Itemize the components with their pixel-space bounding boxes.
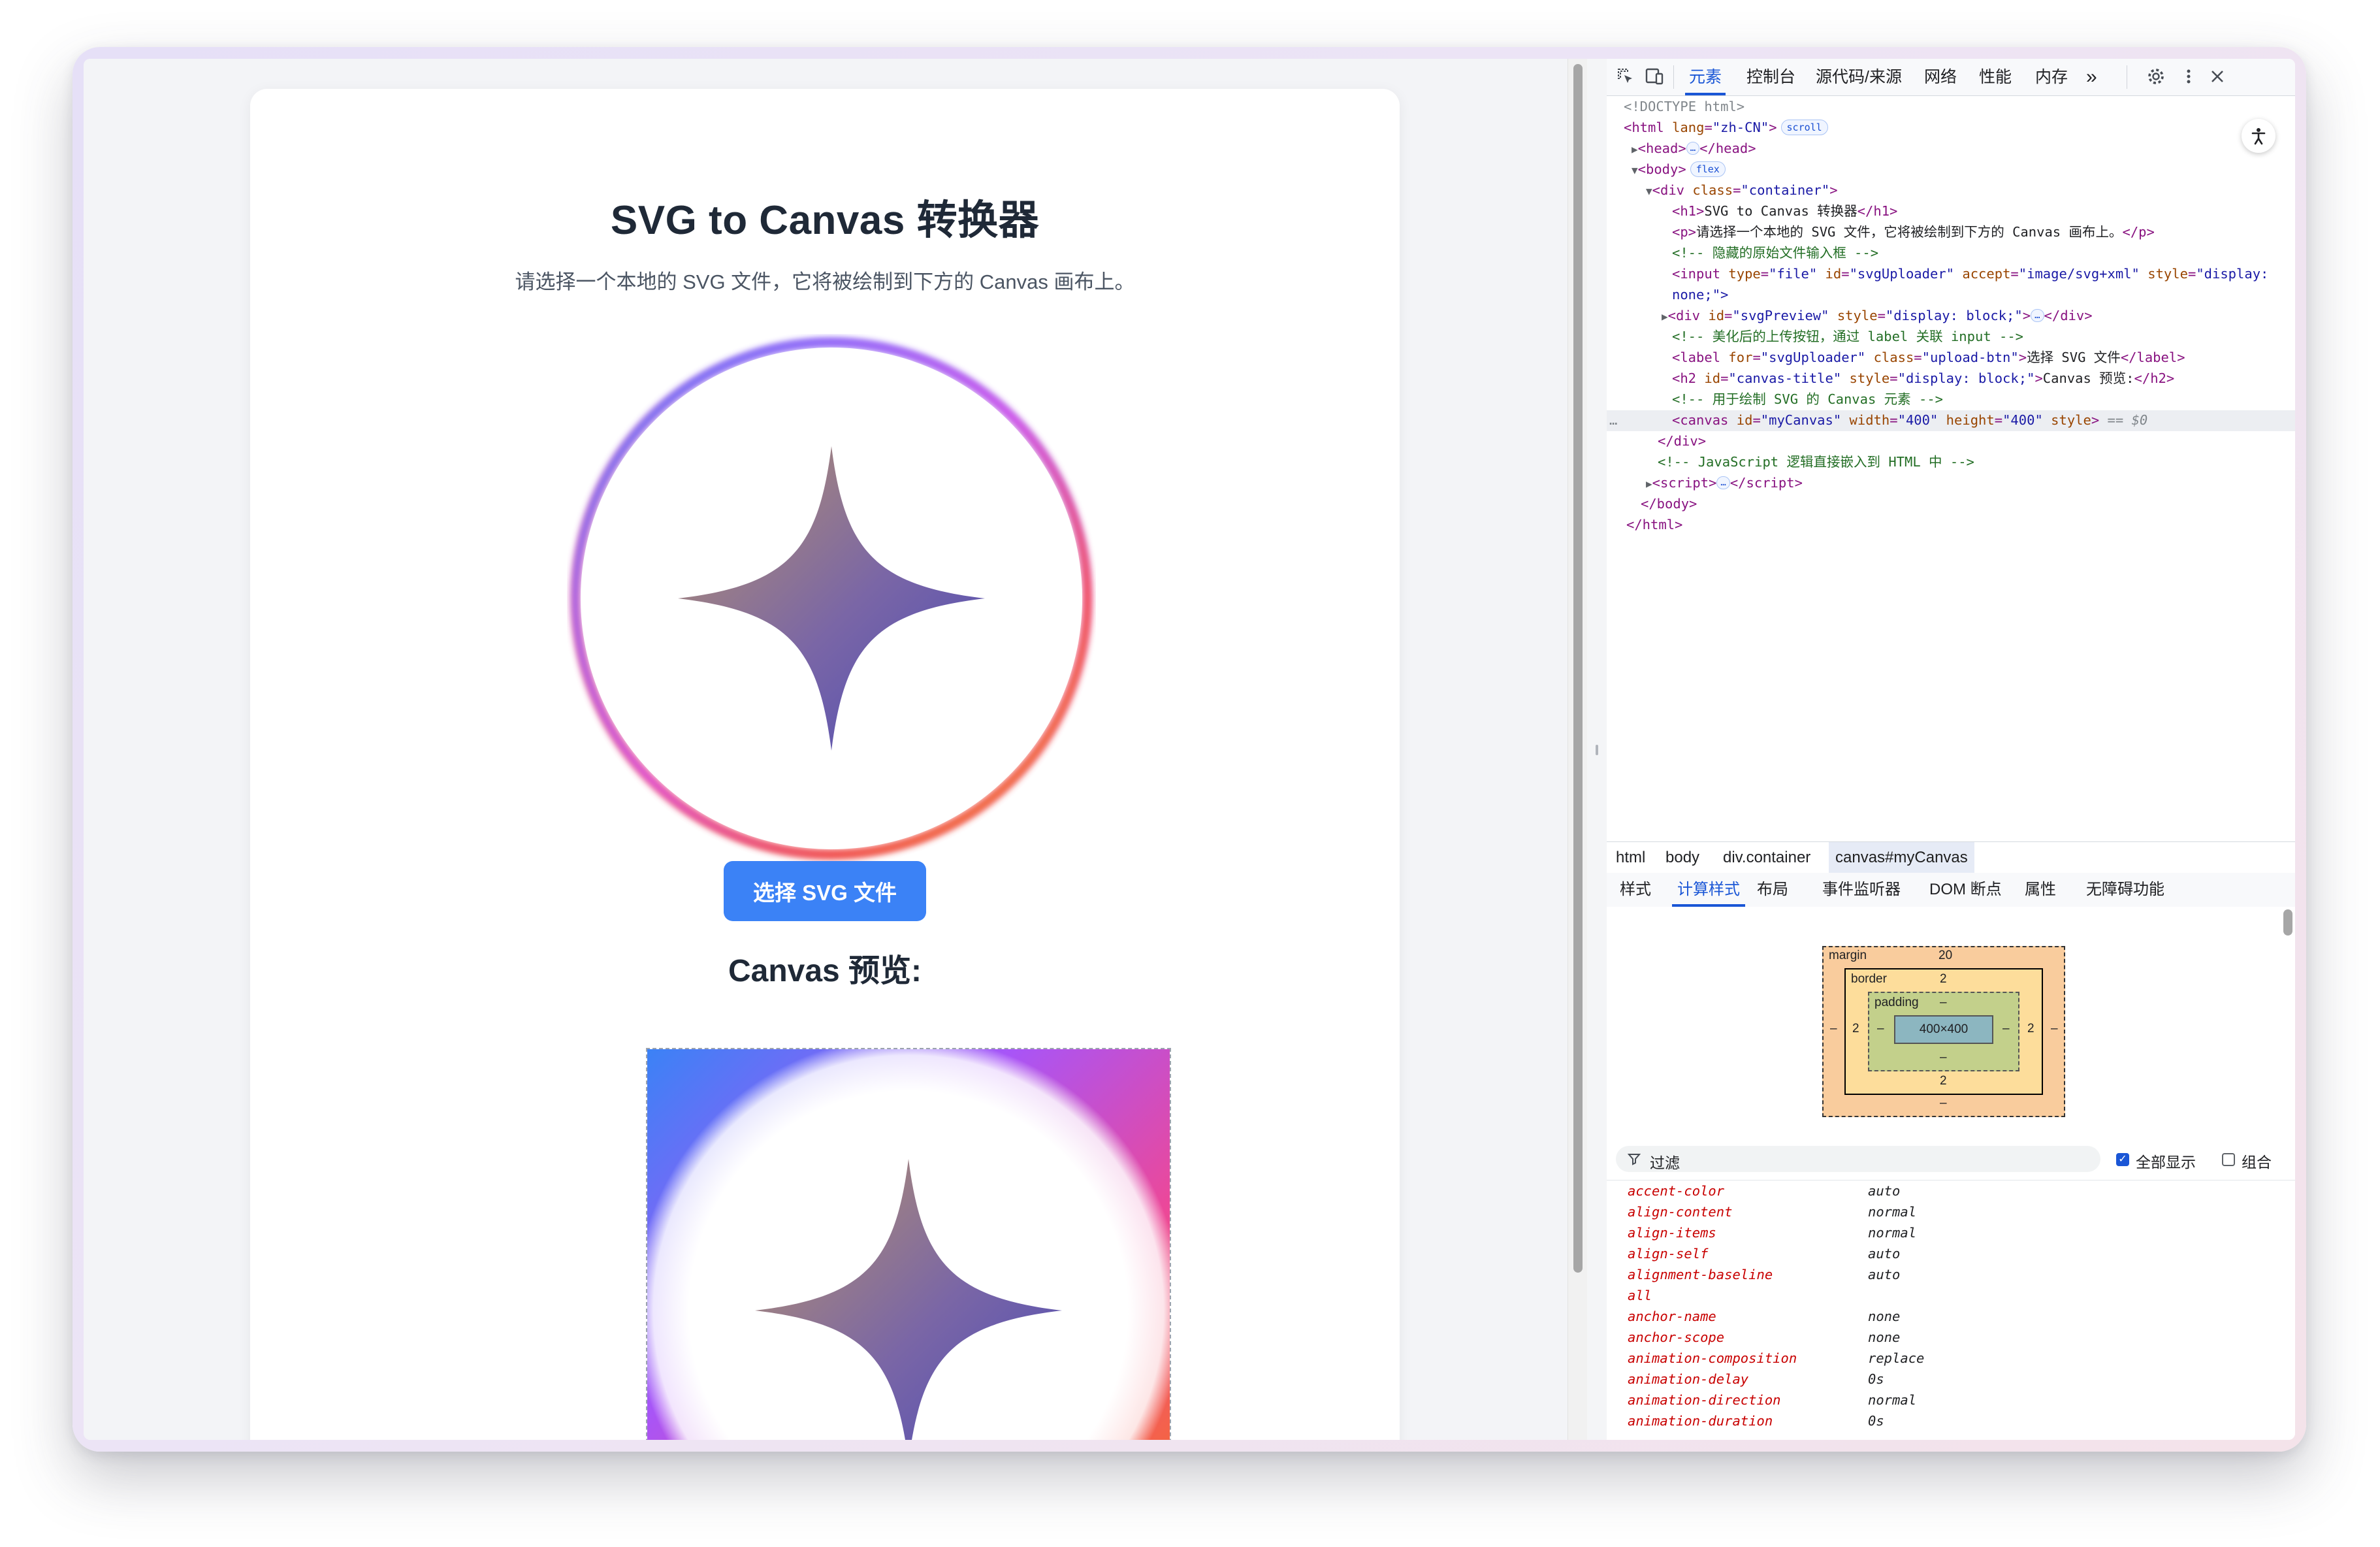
group-label[interactable]: 组合 xyxy=(2242,1150,2272,1172)
inspect-icon[interactable] xyxy=(1615,65,1637,88)
devtools-resizer[interactable] xyxy=(1587,59,1607,1440)
tab-memory[interactable]: 内存 xyxy=(2035,59,2068,95)
sidebar-tabs: 样式 计算样式 布局 事件监听器 DOM 断点 属性 无障碍功能 xyxy=(1607,873,2295,907)
group-checkbox[interactable] xyxy=(2222,1153,2235,1166)
kebab-menu-icon[interactable] xyxy=(2178,65,2200,88)
row-menu-icon[interactable]: … xyxy=(1609,410,1617,431)
more-tabs-icon[interactable]: » xyxy=(2086,59,2097,95)
margin-top-value[interactable]: 20 xyxy=(1938,949,1952,963)
page-description: 请选择一个本地的 SVG 文件，它将被绘制到下方的 Canvas 画布上。 xyxy=(515,270,1135,293)
border-right-value[interactable]: 2 xyxy=(2027,1022,2034,1036)
padding-label: padding xyxy=(1874,996,1919,1009)
dom-head[interactable]: ▶<head>… </head> xyxy=(1632,138,1756,159)
dom-p[interactable]: <p>请选择一个本地的 SVG 文件，它将被绘制到下方的 Canvas 画布上。… xyxy=(1672,222,2155,243)
breadcrumb: html body div.container canvas#myCanvas xyxy=(1607,841,2295,874)
dom-label[interactable]: <label for="svgUploader" class="upload-b… xyxy=(1672,348,2185,368)
dom-html[interactable]: <html lang="zh-CN"> scroll xyxy=(1624,118,1828,138)
svg-preview xyxy=(571,338,1092,859)
crumb-html[interactable]: html xyxy=(1616,842,1645,873)
upload-svg-button[interactable]: 选择 SVG 文件 xyxy=(724,861,926,921)
dom-div-container[interactable]: ▼<div class="container"> xyxy=(1646,180,1838,201)
dom-h1[interactable]: <h1>SVG to Canvas 转换器</h1> xyxy=(1672,201,1897,222)
padding-bottom-value[interactable]: – xyxy=(1940,1050,1947,1065)
collapse-arrow-icon: ▼ xyxy=(1632,164,1638,176)
tab-console[interactable]: 控制台 xyxy=(1746,59,1795,95)
tab-dom-breakpoints[interactable]: DOM 断点 xyxy=(1929,873,2002,907)
flex-badge[interactable]: flex xyxy=(1690,161,1726,177)
show-all-label[interactable]: 全部显示 xyxy=(2136,1150,2196,1172)
filter-input[interactable]: 过滤 xyxy=(1616,1146,2100,1172)
expand-arrow-icon: ▶ xyxy=(1662,310,1668,323)
dom-body-close[interactable]: </body> xyxy=(1641,494,1697,515)
margin-right-value[interactable]: – xyxy=(2051,1022,2058,1036)
dom-tree: <!DOCTYPE html> <html lang="zh-CN"> scrol… xyxy=(1607,97,2295,841)
margin-left-value[interactable]: – xyxy=(1830,1022,1837,1036)
tab-performance[interactable]: 性能 xyxy=(1979,59,2012,95)
expand-arrow-icon: ▶ xyxy=(1632,143,1638,155)
page-title: SVG to Canvas 转换器 xyxy=(610,198,1040,243)
tab-network[interactable]: 网络 xyxy=(1924,59,1957,95)
dom-div-close[interactable]: </div> xyxy=(1658,431,1706,452)
padding-left-value[interactable]: – xyxy=(1877,1022,1884,1036)
dom-html-close[interactable]: </html> xyxy=(1626,515,1682,536)
dom-body[interactable]: ▼<body> flex xyxy=(1632,159,1726,180)
tab-computed[interactable]: 计算样式 xyxy=(1672,873,1745,907)
computed-properties-list: accent-color auto align-content normal ali… xyxy=(1628,1183,1925,1429)
dom-doctype[interactable]: <!DOCTYPE html> xyxy=(1624,97,1745,118)
resize-grip-icon xyxy=(1596,745,1598,755)
box-model: 400×400 margin 20 – – – border 2 2 2 2 p… xyxy=(1607,907,2295,1140)
border-bottom-value[interactable]: 2 xyxy=(1940,1074,1947,1088)
expand-arrow-icon: ▶ xyxy=(1646,478,1652,490)
border-left-value[interactable]: 2 xyxy=(1852,1022,1859,1036)
page-viewport: SVG to Canvas 转换器 请选择一个本地的 SVG 文件，它将被绘制到… xyxy=(84,59,1568,1440)
dom-comment-hidden-input[interactable]: <!-- 隐藏的原始文件输入框 --> xyxy=(1672,243,1878,264)
tab-styles[interactable]: 样式 xyxy=(1620,873,1651,907)
border-label: border xyxy=(1851,972,1887,986)
padding-top-value[interactable]: – xyxy=(1940,996,1947,1010)
canvas-render xyxy=(647,1049,1170,1440)
dom-comment-canvas[interactable]: <!-- 用于绘制 SVG 的 Canvas 元素 --> xyxy=(1672,389,1943,410)
gear-icon[interactable] xyxy=(2145,65,2167,88)
dom-comment-js[interactable]: <!-- JavaScript 逻辑直接嵌入到 HTML 中 --> xyxy=(1658,452,1974,473)
dom-canvas-selected[interactable]: … <canvas id="myCanvas" width="400" heigh… xyxy=(1607,410,2295,431)
devtools-panel: 元素 控制台 源代码/来源 网络 性能 内存 » <!DOCTYPE html>… xyxy=(1607,59,2295,1440)
tab-accessibility[interactable]: 无障碍功能 xyxy=(2086,873,2164,907)
crumb-canvas[interactable]: canvas#myCanvas xyxy=(1829,842,1974,873)
show-all-checkbox[interactable]: ✓ xyxy=(2116,1153,2129,1166)
canvas-preview xyxy=(646,1048,1171,1440)
dom-div-svgpreview[interactable]: ▶<div id="svgPreview" style="display: bl… xyxy=(1662,306,2093,327)
padding-right-value[interactable]: – xyxy=(2002,1022,2010,1036)
margin-label: margin xyxy=(1829,949,1867,962)
close-icon[interactable] xyxy=(2206,65,2228,88)
dom-h2[interactable]: <h2 id="canvas-title" style="display: bl… xyxy=(1672,368,2174,389)
box-content[interactable]: 400×400 xyxy=(1894,1015,1993,1044)
browser-window: SVG to Canvas 转换器 请选择一个本地的 SVG 文件，它将被绘制到… xyxy=(84,59,2295,1440)
margin-bottom-value[interactable]: – xyxy=(1940,1096,1947,1111)
page-scrollbar-thumb[interactable] xyxy=(1573,64,1583,1273)
tab-properties[interactable]: 属性 xyxy=(2025,873,2056,907)
canvas-title: Canvas 预览: xyxy=(728,954,922,988)
dom-input-cont: none;"> xyxy=(1672,287,1729,302)
tab-layout[interactable]: 布局 xyxy=(1757,873,1788,907)
page-scrollbar[interactable] xyxy=(1568,59,1588,1440)
border-top-value[interactable]: 2 xyxy=(1940,972,1947,986)
devtools-toolbar: 元素 控制台 源代码/来源 网络 性能 内存 » xyxy=(1607,59,2295,96)
tab-sources[interactable]: 源代码/来源 xyxy=(1816,59,1902,95)
collapse-arrow-icon: ▼ xyxy=(1646,185,1652,197)
tab-event-listeners[interactable]: 事件监听器 xyxy=(1822,873,1901,907)
sidebar-scrollbar-thumb[interactable] xyxy=(2283,909,2292,936)
filter-placeholder: 过滤 xyxy=(1650,1154,1680,1171)
dom-script[interactable]: ▶<script>… </script> xyxy=(1646,473,1803,494)
computed-filter-bar: 过滤 ✓ 全部显示 组合 xyxy=(1607,1139,2295,1181)
scroll-badge[interactable]: scroll xyxy=(1780,120,1828,135)
device-toolbar-icon[interactable] xyxy=(1643,65,1665,88)
crumb-div-container[interactable]: div.container xyxy=(1723,842,1810,873)
dom-input[interactable]: <input type="file" id="svgUploader" acce… xyxy=(1672,264,2268,285)
accessibility-icon[interactable] xyxy=(2242,119,2275,153)
filter-icon xyxy=(1628,1154,1641,1165)
dom-comment-upload[interactable]: <!-- 美化后的上传按钮，通过 label 关联 input --> xyxy=(1672,327,2023,348)
container-card: SVG to Canvas 转换器 请选择一个本地的 SVG 文件，它将被绘制到… xyxy=(250,89,1400,1440)
tab-elements[interactable]: 元素 xyxy=(1684,59,1726,95)
crumb-body[interactable]: body xyxy=(1665,842,1699,873)
